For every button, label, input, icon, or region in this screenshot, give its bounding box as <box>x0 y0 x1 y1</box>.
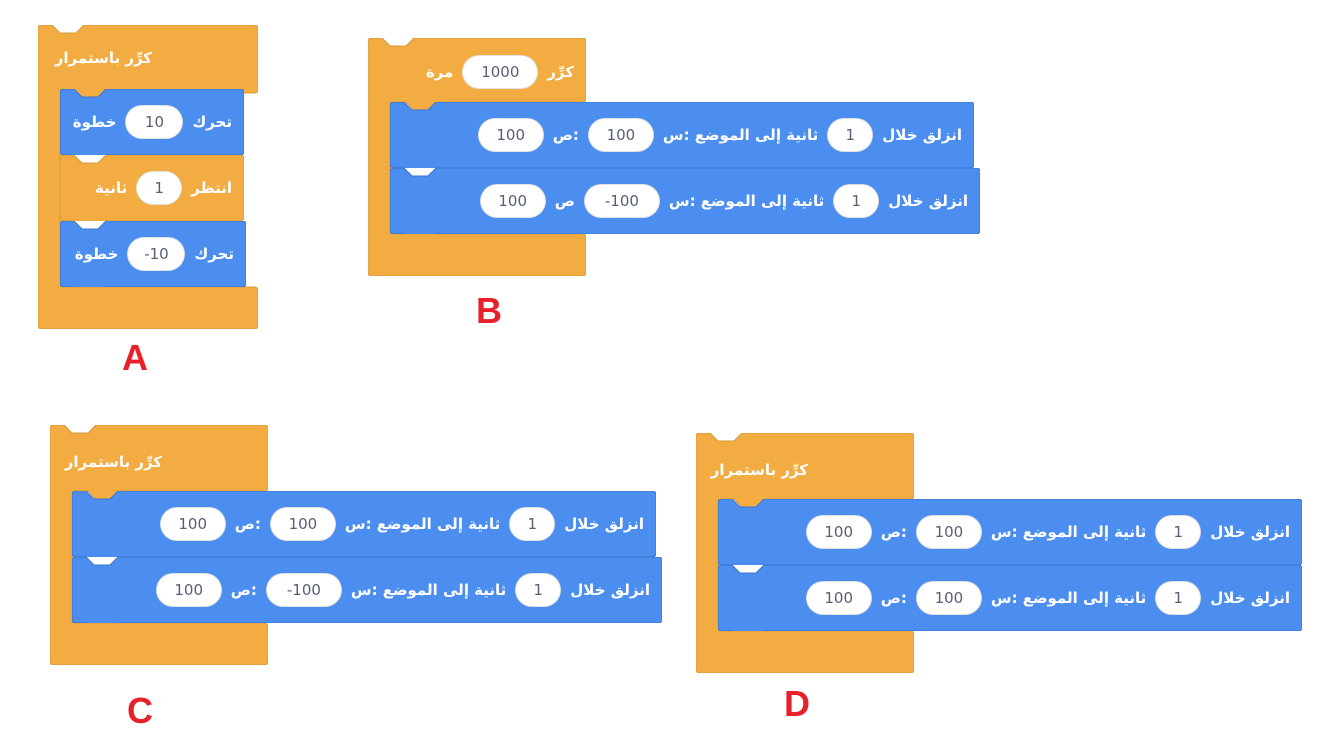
glide-y-label: :ص <box>880 589 907 607</box>
glide-y-label: :ص <box>552 126 579 144</box>
glide-word: انزلق خلال <box>888 192 968 210</box>
glide-block[interactable]: انزلق خلال 1 ثانية إلى الموضع :س -100 :ص… <box>72 557 662 623</box>
repeat-word: كرِّر <box>547 63 574 81</box>
script-c: كرِّر باستمرار انزلق خلال 1 ثانية إلى ال… <box>50 425 664 665</box>
wait-block[interactable]: انتظر 1 ثانية <box>60 155 244 221</box>
forever-label: كرِّر باستمرار <box>710 461 808 479</box>
glide-mid-text: ثانية إلى الموضع :س <box>668 192 825 210</box>
move-block[interactable]: تحرك -10 خطوة <box>60 221 246 287</box>
repeat-count-input[interactable]: 1000 <box>462 55 539 89</box>
option-label-a: A <box>122 337 148 378</box>
glide-y-input[interactable]: 100 <box>479 184 546 218</box>
glide-seconds-input[interactable]: 1 <box>1155 581 1202 615</box>
glide-block[interactable]: انزلق خلال 1 ثانية إلى الموضع :س 100 :ص … <box>390 102 974 168</box>
steps-input[interactable]: -10 <box>127 237 186 271</box>
glide-block[interactable]: انزلق خلال 1 ثانية إلى الموضع :س 100 :ص … <box>718 499 1302 565</box>
glide-mid-text: ثانية إلى الموضع :س <box>990 523 1147 541</box>
repeat-unit: مرة <box>425 63 454 81</box>
script-a: كرِّر باستمرار تحرك 10 خطوة انتظر 1 ثاني… <box>38 25 258 329</box>
glide-y-label: :ص <box>234 515 261 533</box>
glide-word: انزلق خلال <box>570 581 650 599</box>
option-label-b: B <box>476 290 502 331</box>
glide-y-input[interactable]: 100 <box>159 507 226 541</box>
glide-block[interactable]: انزلق خلال 1 ثانية إلى الموضع :س -100 ص … <box>390 168 980 234</box>
glide-block[interactable]: انزلق خلال 1 ثانية إلى الموضع :س 100 :ص … <box>718 565 1302 631</box>
glide-y-input[interactable]: 100 <box>805 581 872 615</box>
glide-y-input[interactable]: 100 <box>155 573 222 607</box>
glide-x-input[interactable]: -100 <box>265 573 342 607</box>
glide-x-input[interactable]: 100 <box>915 581 982 615</box>
option-label-d: D <box>784 683 810 724</box>
glide-y-label: :ص <box>880 523 907 541</box>
block-unit: خطوة <box>72 113 117 131</box>
glide-seconds-input[interactable]: 1 <box>515 573 562 607</box>
glide-seconds-input[interactable]: 1 <box>1155 515 1202 549</box>
glide-y-label: ص <box>554 192 575 210</box>
block-unit: ثانية <box>95 179 128 197</box>
glide-x-input[interactable]: 100 <box>587 118 654 152</box>
glide-y-input[interactable]: 100 <box>805 515 872 549</box>
glide-mid-text: ثانية إلى الموضع :س <box>662 126 819 144</box>
glide-block[interactable]: انزلق خلال 1 ثانية إلى الموضع :س 100 :ص … <box>72 491 656 557</box>
glide-seconds-input[interactable]: 1 <box>833 184 880 218</box>
glide-word: انزلق خلال <box>882 126 962 144</box>
glide-y-label: :ص <box>230 581 257 599</box>
glide-word: انزلق خلال <box>564 515 644 533</box>
glide-x-input[interactable]: 100 <box>269 507 336 541</box>
move-block[interactable]: تحرك 10 خطوة <box>60 89 244 155</box>
option-label-c: C <box>127 690 153 731</box>
block-unit: خطوة <box>74 245 119 263</box>
glide-x-input[interactable]: -100 <box>583 184 660 218</box>
glide-seconds-input[interactable]: 1 <box>509 507 556 541</box>
glide-mid-text: ثانية إلى الموضع :س <box>990 589 1147 607</box>
script-b: كرِّر 1000 مرة انزلق خلال 1 ثانية إلى ال… <box>368 38 982 276</box>
glide-seconds-input[interactable]: 1 <box>827 118 874 152</box>
seconds-input[interactable]: 1 <box>136 171 183 205</box>
steps-input[interactable]: 10 <box>125 105 184 139</box>
glide-mid-text: ثانية إلى الموضع :س <box>344 515 501 533</box>
glide-mid-text: ثانية إلى الموضع :س <box>350 581 507 599</box>
forever-label: كرِّر باستمرار <box>64 453 162 471</box>
glide-word: انزلق خلال <box>1210 523 1290 541</box>
forever-label: كرِّر باستمرار <box>54 49 152 67</box>
glide-word: انزلق خلال <box>1210 589 1290 607</box>
block-word: انتظر <box>191 179 232 197</box>
block-word: تحرك <box>192 113 232 131</box>
script-d: كرِّر باستمرار انزلق خلال 1 ثانية إلى ال… <box>696 433 1306 673</box>
block-word: تحرك <box>194 245 234 263</box>
glide-x-input[interactable]: 100 <box>915 515 982 549</box>
glide-y-input[interactable]: 100 <box>477 118 544 152</box>
